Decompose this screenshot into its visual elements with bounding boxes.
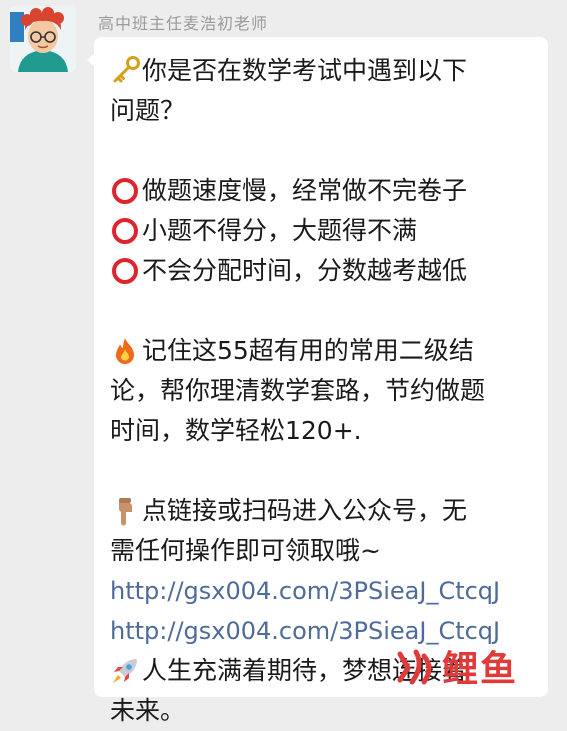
message-line: 你是否在数学考试中遇到以下 <box>110 51 540 91</box>
watermark: 鲤鱼 <box>394 636 554 696</box>
message-line: 记住这55超有用的常用二级结 <box>110 331 540 371</box>
line-text: 做题速度慢，经常做不完卷子 <box>142 176 468 205</box>
message-line: 点链接或扫码进入公众号，无 <box>110 491 540 531</box>
message-text: 你是否在数学考试中遇到以下问题？ 做题速度慢，经常做不完卷子 小题不得分，大题得不满… <box>110 51 540 731</box>
message-line: 时间，数学轻松120+. <box>110 411 540 451</box>
red-circle-icon <box>110 256 140 286</box>
sender-name: 高中班主任麦浩初老师 <box>98 14 269 33</box>
line-text: 不会分配时间，分数越考越低 <box>142 256 468 285</box>
message-line: 做题速度慢，经常做不完卷子 <box>110 171 540 211</box>
fire-icon <box>110 336 140 366</box>
watermark-text: 鲤鱼 <box>442 649 519 690</box>
rocket-icon <box>110 656 140 686</box>
bubble-tail <box>87 53 95 67</box>
message-bubble[interactable]: 你是否在数学考试中遇到以下问题？ 做题速度慢，经常做不完卷子 小题不得分，大题得不满… <box>87 37 548 725</box>
line-text: 未来。 <box>110 696 186 725</box>
message-line: 需任何操作即可领取哦~ <box>110 531 540 571</box>
watermark-logo-icon <box>397 649 432 685</box>
avatar[interactable] <box>10 6 76 72</box>
key-icon <box>110 56 140 86</box>
message-line: 不会分配时间，分数越考越低 <box>110 251 540 291</box>
link-text[interactable]: http://gsx004.com/3PSieaJ_CtcqJ <box>110 571 500 611</box>
pointing-down-icon <box>110 496 140 526</box>
line-text: 记住这55超有用的常用二级结 <box>142 336 474 365</box>
message-line: 小题不得分，大题得不满 <box>110 211 540 251</box>
line-text: 点链接或扫码进入公众号，无 <box>142 496 468 525</box>
red-circle-icon <box>110 176 140 206</box>
red-circle-icon <box>110 216 140 246</box>
line-text: 小题不得分，大题得不满 <box>142 216 418 245</box>
message-line: 未来。 <box>110 691 540 731</box>
line-text: 论，帮你理清数学套路，节约做题 <box>110 376 486 405</box>
line-text: 你是否在数学考试中遇到以下 <box>142 56 468 85</box>
line-text: 需任何操作即可领取哦~ <box>110 536 381 565</box>
line-text: 时间，数学轻松120+. <box>110 416 362 445</box>
message-link[interactable]: http://gsx004.com/3PSieaJ_CtcqJ <box>110 571 540 611</box>
message-line: 论，帮你理清数学套路，节约做题 <box>110 371 540 411</box>
message-line: 问题？ <box>110 91 540 131</box>
line-text: 问题？ <box>110 96 186 125</box>
